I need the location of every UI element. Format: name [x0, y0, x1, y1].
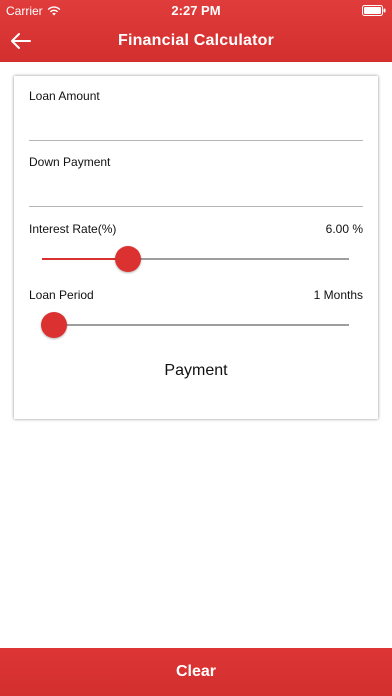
slider-thumb[interactable] [41, 312, 67, 338]
loan-amount-input[interactable] [29, 116, 363, 138]
status-time: 2:27 PM [171, 3, 221, 18]
page-title: Financial Calculator [117, 32, 275, 49]
down-payment-underline [29, 206, 363, 207]
loan-period-slider[interactable] [41, 310, 349, 340]
down-payment-input[interactable] [29, 182, 363, 204]
interest-rate-label: Interest Rate(%) [29, 222, 117, 236]
interest-rate-slider[interactable] [42, 244, 349, 274]
interest-rate-value: 6.00 % [325, 222, 363, 236]
slider-thumb[interactable] [115, 246, 141, 272]
nav-bar: Financial Calculator [0, 20, 392, 62]
loan-period-value: 1 Months [313, 288, 363, 302]
loan-amount-underline [29, 140, 363, 141]
loan-amount-label: Loan Amount [29, 89, 100, 103]
payment-result-label: Payment [164, 362, 228, 379]
battery-icon [362, 5, 386, 16]
calculator-card: Loan Amount Down Payment Interest Rate(%… [14, 76, 378, 419]
app-header: Carrier 2:27 PM Financial Calculator [0, 0, 392, 62]
down-payment-label: Down Payment [29, 155, 111, 169]
status-bar: Carrier 2:27 PM [0, 0, 392, 20]
slider-track [42, 324, 349, 326]
clear-button[interactable]: Clear [0, 648, 392, 696]
loan-period-label: Loan Period [29, 288, 94, 302]
